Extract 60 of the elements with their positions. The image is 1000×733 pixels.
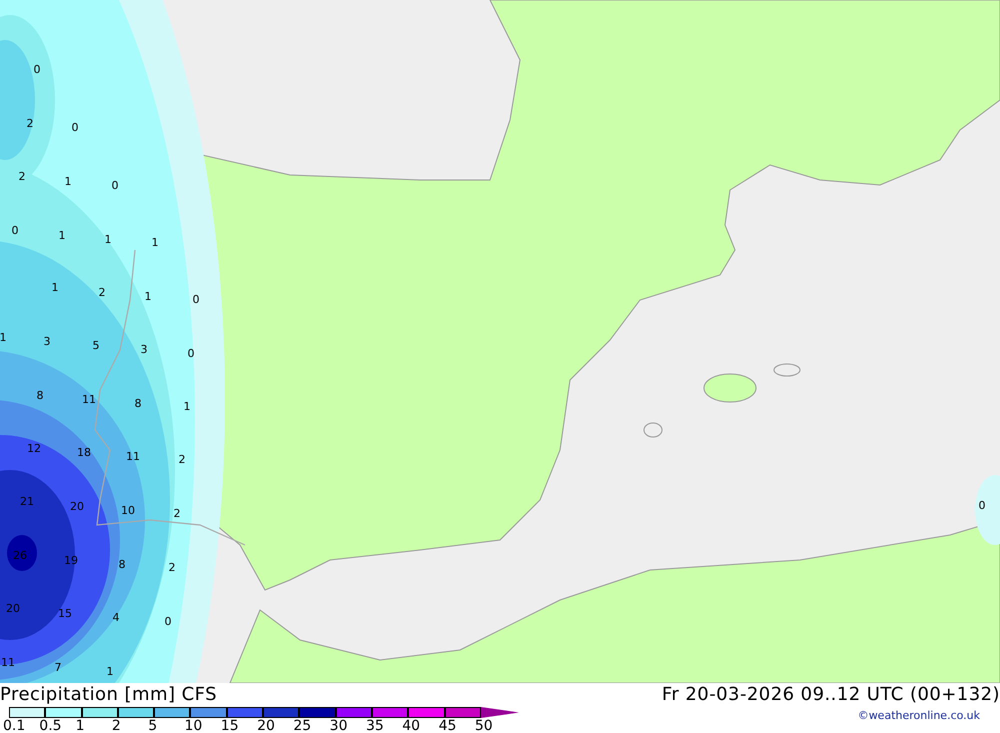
contour-label: 1 bbox=[58, 229, 66, 242]
contour-label: 11 bbox=[82, 393, 96, 406]
contour-label: 11 bbox=[126, 450, 140, 464]
legend-label: 35 bbox=[366, 719, 384, 733]
contour-label: 1 bbox=[52, 281, 58, 294]
contour-label: 1 bbox=[144, 290, 152, 304]
contour-label: 0 bbox=[978, 499, 986, 512]
legend-label: 2 bbox=[112, 719, 121, 733]
legend-label: 45 bbox=[438, 719, 456, 733]
legend-label: 40 bbox=[402, 719, 420, 733]
contour-label: 2 bbox=[26, 117, 34, 130]
contour-label: 8 bbox=[36, 389, 44, 402]
contour-label: 19 bbox=[64, 554, 78, 568]
legend-label: 50 bbox=[474, 719, 493, 733]
contour-label: 2 bbox=[168, 561, 176, 574]
contour-label: 0 bbox=[72, 121, 78, 134]
contour-label: 0 bbox=[192, 293, 200, 306]
legend-label: 1 bbox=[76, 719, 85, 733]
contour-label: 15 bbox=[58, 607, 72, 620]
contour-label: 3 bbox=[44, 335, 50, 348]
legend-label: 30 bbox=[330, 719, 348, 733]
contour-label: 2 bbox=[174, 507, 180, 520]
contour-label: 2 bbox=[18, 170, 26, 184]
contour-label: 12 bbox=[27, 442, 41, 456]
contour-label: 0 bbox=[112, 179, 118, 192]
contour-label: 4 bbox=[112, 611, 120, 624]
contour-label: 20 bbox=[6, 602, 20, 616]
legend-label: 5 bbox=[148, 719, 158, 733]
contour-label: 11 bbox=[1, 656, 15, 670]
legend-label: 0.1 bbox=[3, 719, 26, 733]
legend-label: 0.5 bbox=[39, 719, 62, 733]
contour-label: 1 bbox=[64, 175, 72, 188]
valid-time: Fr 20-03-2026 09..12 UTC (00+132) bbox=[662, 686, 1000, 704]
contour-label: 0 bbox=[34, 63, 40, 76]
contour-label: 0 bbox=[164, 615, 172, 628]
legend-label: 10 bbox=[184, 719, 202, 733]
contour-label: 1 bbox=[104, 233, 112, 246]
contour-label: 1 bbox=[0, 331, 6, 344]
contour-label: 8 bbox=[134, 397, 142, 410]
map-title: Precipitation [mm] CFS bbox=[0, 686, 217, 704]
contour-label: 26 bbox=[13, 549, 27, 562]
legend-label: 20 bbox=[257, 719, 275, 733]
legend-label: 25 bbox=[293, 719, 312, 733]
contour-label: 20 bbox=[70, 500, 84, 514]
credit-link[interactable]: ©weatheronline.co.uk bbox=[858, 708, 980, 724]
contour-label: 0 bbox=[12, 224, 18, 238]
contour-label: 3 bbox=[140, 343, 148, 356]
contour-label: 7 bbox=[54, 661, 62, 674]
contour-label: 1 bbox=[152, 236, 158, 250]
contour-label: 1 bbox=[184, 400, 190, 414]
legend-label: 15 bbox=[220, 719, 239, 733]
contour-label: 5 bbox=[92, 339, 100, 352]
contour-label: 0 bbox=[188, 347, 194, 360]
contour-label: 8 bbox=[118, 558, 126, 572]
contour-label: 2 bbox=[98, 286, 106, 300]
contour-label: 1 bbox=[106, 665, 114, 678]
contour-label: 10 bbox=[121, 504, 135, 518]
contour-label: 2 bbox=[178, 453, 186, 466]
contour-label: 21 bbox=[20, 495, 34, 508]
contour-label: 18 bbox=[77, 446, 91, 460]
